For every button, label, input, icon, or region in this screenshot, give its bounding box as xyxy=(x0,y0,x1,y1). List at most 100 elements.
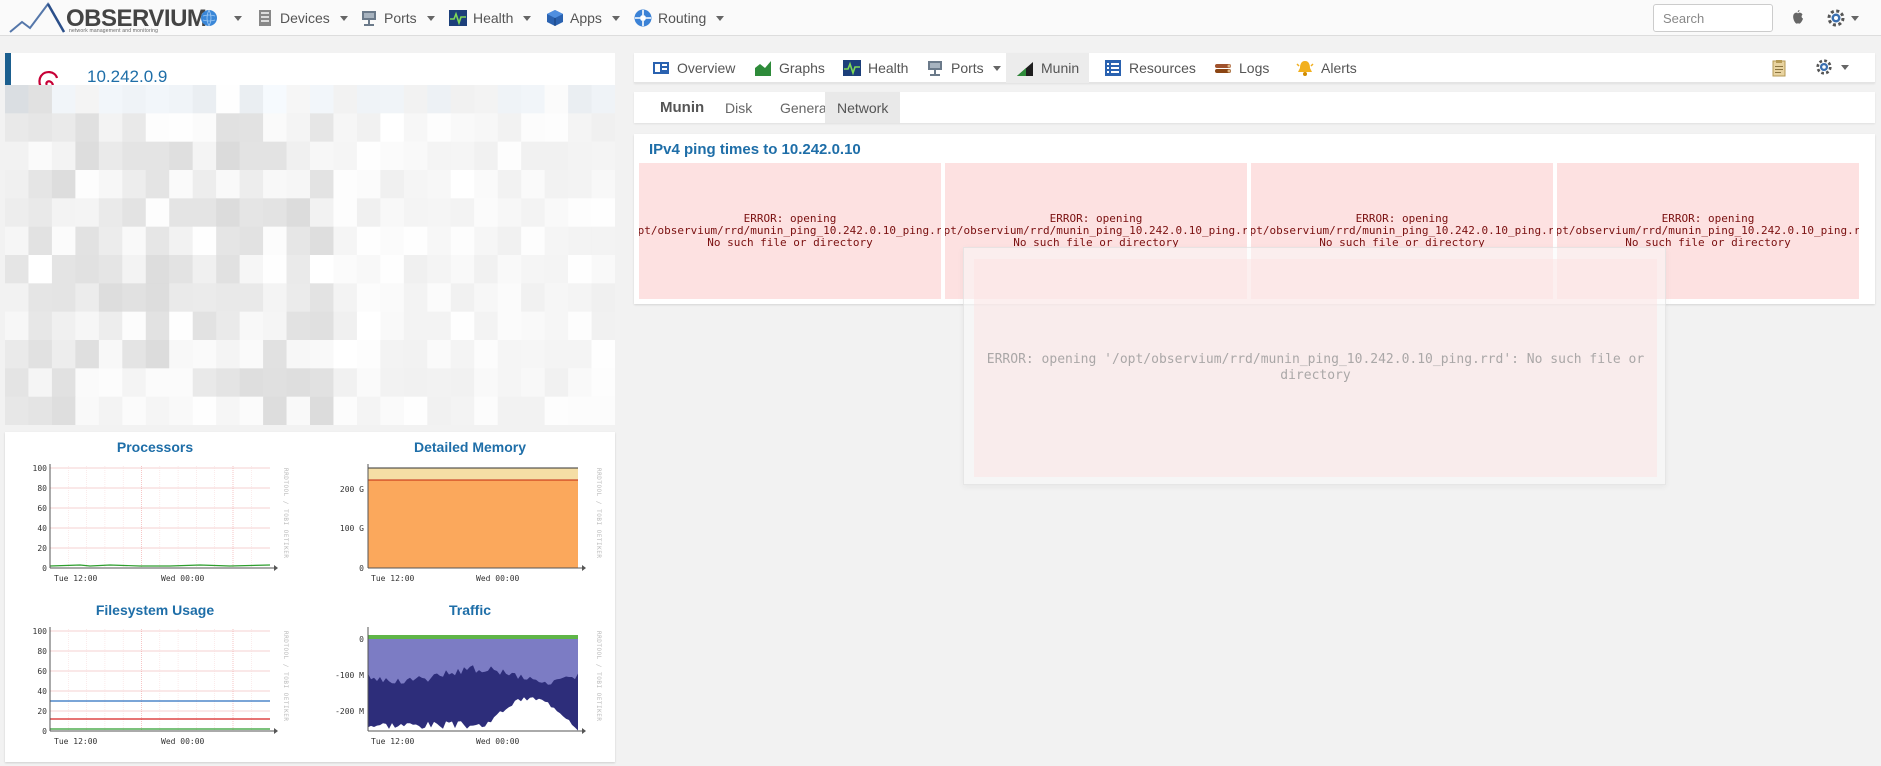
observium-logo[interactable]: OBSERVIUM network management and monitor… xyxy=(8,2,207,34)
y-tick-label: 100 G xyxy=(340,524,364,533)
nav-devices[interactable]: Devices xyxy=(256,0,348,36)
y-tick-label: 200 G xyxy=(340,485,364,494)
health-pulse-icon xyxy=(843,60,861,76)
graph-preview-popup: ERROR: opening '/opt/observium/rrd/munin… xyxy=(963,247,1666,485)
tab-alerts-label: Alerts xyxy=(1321,60,1357,76)
graph-title-processors[interactable]: Processors xyxy=(30,439,280,455)
detailed-memory-graph[interactable]: 200 G 100 G 0 Tue 12:00 Wed 00:00 xyxy=(320,462,592,592)
y-tick-label: 0 xyxy=(359,564,364,573)
tab-resources[interactable]: Resources xyxy=(1094,53,1206,83)
x-tick-label: Tue 12:00 xyxy=(54,737,98,746)
nav-apps-label: Apps xyxy=(570,10,602,26)
y-tick-label: 0 xyxy=(42,727,47,736)
routing-icon xyxy=(634,9,652,27)
graph-title-detailed-memory[interactable]: Detailed Memory xyxy=(345,439,595,455)
processors-graph[interactable]: 100 80 60 40 20 0 Tue 12:00 Wed 00:00 xyxy=(20,462,292,592)
chevron-down-icon xyxy=(339,15,348,21)
cube-icon xyxy=(547,10,563,26)
tab-munin[interactable]: Munin xyxy=(1006,53,1090,83)
y-tick-label: 0 xyxy=(359,635,364,644)
nav-health-label: Health xyxy=(473,10,514,26)
device-card: 10.242.0.9 xyxy=(5,53,615,425)
chevron-down-icon xyxy=(611,15,620,21)
chevron-down-icon xyxy=(426,15,435,21)
gear-icon xyxy=(1827,9,1845,27)
y-tick-label: 40 xyxy=(37,687,47,696)
tab-health-label: Health xyxy=(868,60,909,76)
tab-graphs-label: Graphs xyxy=(779,60,825,76)
nav-ports[interactable]: Ports xyxy=(360,0,435,36)
device-hostname[interactable]: 10.242.0.9 xyxy=(87,67,167,87)
y-tick-label: 80 xyxy=(37,647,47,656)
munin-icon xyxy=(1017,62,1033,76)
top-navbar: OBSERVIUM network management and monitor… xyxy=(0,0,1881,36)
y-tick-label: 60 xyxy=(37,504,47,513)
y-tick-label: 80 xyxy=(37,484,47,493)
traffic-graph[interactable]: 0 -100 M -200 M Tue 12:00 Wed 00:00 xyxy=(320,625,592,755)
chevron-down-icon xyxy=(1841,64,1849,70)
y-tick-label: -200 M xyxy=(335,707,364,716)
x-tick-label: Tue 12:00 xyxy=(371,737,415,746)
chevron-down-icon xyxy=(1851,15,1859,21)
resources-list-icon xyxy=(1105,60,1121,76)
logs-icon xyxy=(1215,64,1231,73)
y-tick-label: 40 xyxy=(37,524,47,533)
popup-error-text: ERROR: opening '/opt/observium/rrd/munin… xyxy=(974,259,1657,477)
x-tick-label: Wed 00:00 xyxy=(161,574,205,583)
health-pulse-icon xyxy=(449,10,467,26)
tab-munin-label: Munin xyxy=(1041,60,1080,76)
x-tick-label: Wed 00:00 xyxy=(161,737,205,746)
alert-bell-icon xyxy=(1296,61,1314,76)
logo-subtext: network management and monitoring xyxy=(69,28,159,34)
graph-error-image[interactable]: ERROR: opening '/opt/observium/rrd/munin… xyxy=(639,163,941,299)
tab-overview[interactable]: Overview xyxy=(642,53,745,83)
device-settings-menu[interactable] xyxy=(1815,58,1849,76)
device-info-redacted xyxy=(5,85,615,425)
nav-globe-menu[interactable] xyxy=(200,0,242,36)
nav-apps[interactable]: Apps xyxy=(546,0,620,36)
tab-logs[interactable]: Logs xyxy=(1204,53,1279,83)
nav-ports-label: Ports xyxy=(384,10,417,26)
tab-alerts[interactable]: Alerts xyxy=(1286,53,1367,83)
tab-logs-label: Logs xyxy=(1239,60,1270,76)
clipboard-icon[interactable] xyxy=(1770,59,1788,77)
y-tick-label: 0 xyxy=(42,564,47,573)
y-tick-label: 60 xyxy=(37,667,47,676)
device-overview-graphs: Processors 100 80 60 40 20 0 Tue 12:00 W… xyxy=(5,432,615,762)
tab-graphs[interactable]: Graphs xyxy=(744,53,835,83)
gear-icon xyxy=(1816,59,1832,75)
chevron-down-icon xyxy=(234,15,242,21)
subnav-disk[interactable]: Disk xyxy=(713,92,764,123)
y-tick-label: 100 xyxy=(33,627,48,636)
rrdtool-watermark: RRDTOOL / TOBI OETIKER xyxy=(282,468,289,559)
tab-overview-label: Overview xyxy=(677,60,736,76)
munin-subnav: Munin Disk General Network xyxy=(634,92,1875,123)
settings-menu[interactable] xyxy=(1826,8,1859,28)
nav-health[interactable]: Health xyxy=(449,0,532,36)
nav-devices-label: Devices xyxy=(280,10,330,26)
filesystem-usage-graph[interactable]: 100 80 60 40 20 0 Tue 12:00 Wed 00:00 xyxy=(20,625,292,755)
chevron-down-icon xyxy=(716,15,725,21)
tab-resources-label: Resources xyxy=(1129,60,1196,76)
server-icon xyxy=(259,10,271,26)
apple-icon[interactable] xyxy=(1791,9,1805,25)
nav-routing[interactable]: Routing xyxy=(634,0,725,36)
chevron-down-icon xyxy=(992,65,1001,71)
subnav-heading: Munin xyxy=(660,99,705,116)
search-input[interactable] xyxy=(1653,4,1773,32)
ping-panel-title: IPv4 ping times to 10.242.0.10 xyxy=(649,141,861,158)
tab-ports-label: Ports xyxy=(951,60,984,76)
graph-title-traffic[interactable]: Traffic xyxy=(345,602,595,618)
tab-ports[interactable]: Ports xyxy=(916,53,1011,83)
y-tick-label: 20 xyxy=(37,544,47,553)
y-tick-label: 20 xyxy=(37,707,47,716)
rrdtool-watermark: RRDTOOL / TOBI OETIKER xyxy=(595,631,602,722)
area-chart-icon xyxy=(755,61,771,76)
nav-routing-label: Routing xyxy=(658,10,707,26)
globe-icon xyxy=(201,9,217,27)
graph-title-filesystem-usage[interactable]: Filesystem Usage xyxy=(30,602,280,618)
tab-health[interactable]: Health xyxy=(833,53,918,83)
overview-icon xyxy=(653,62,669,74)
subnav-network[interactable]: Network xyxy=(825,92,901,123)
network-port-icon xyxy=(928,61,942,76)
